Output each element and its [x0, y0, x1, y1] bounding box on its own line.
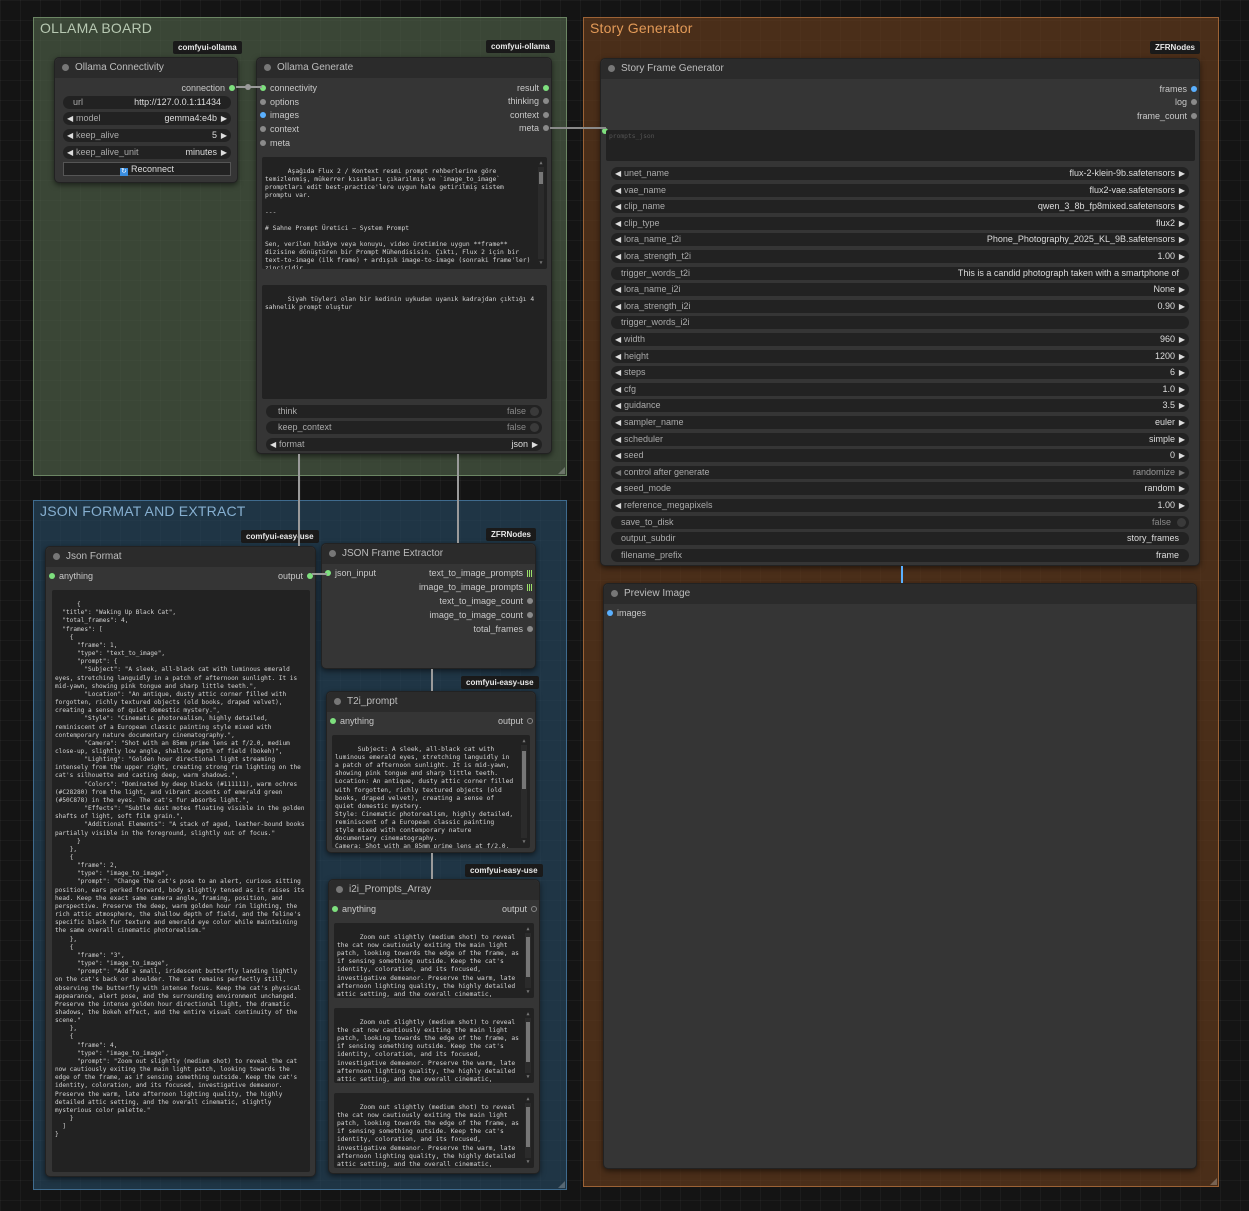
link-midpoint[interactable]: [245, 84, 251, 90]
workflow-canvas[interactable]: OLLAMA BOARD JSON FORMAT AND EXTRACT Sto…: [0, 0, 1249, 1211]
link-layer: [236, 84, 903, 879]
